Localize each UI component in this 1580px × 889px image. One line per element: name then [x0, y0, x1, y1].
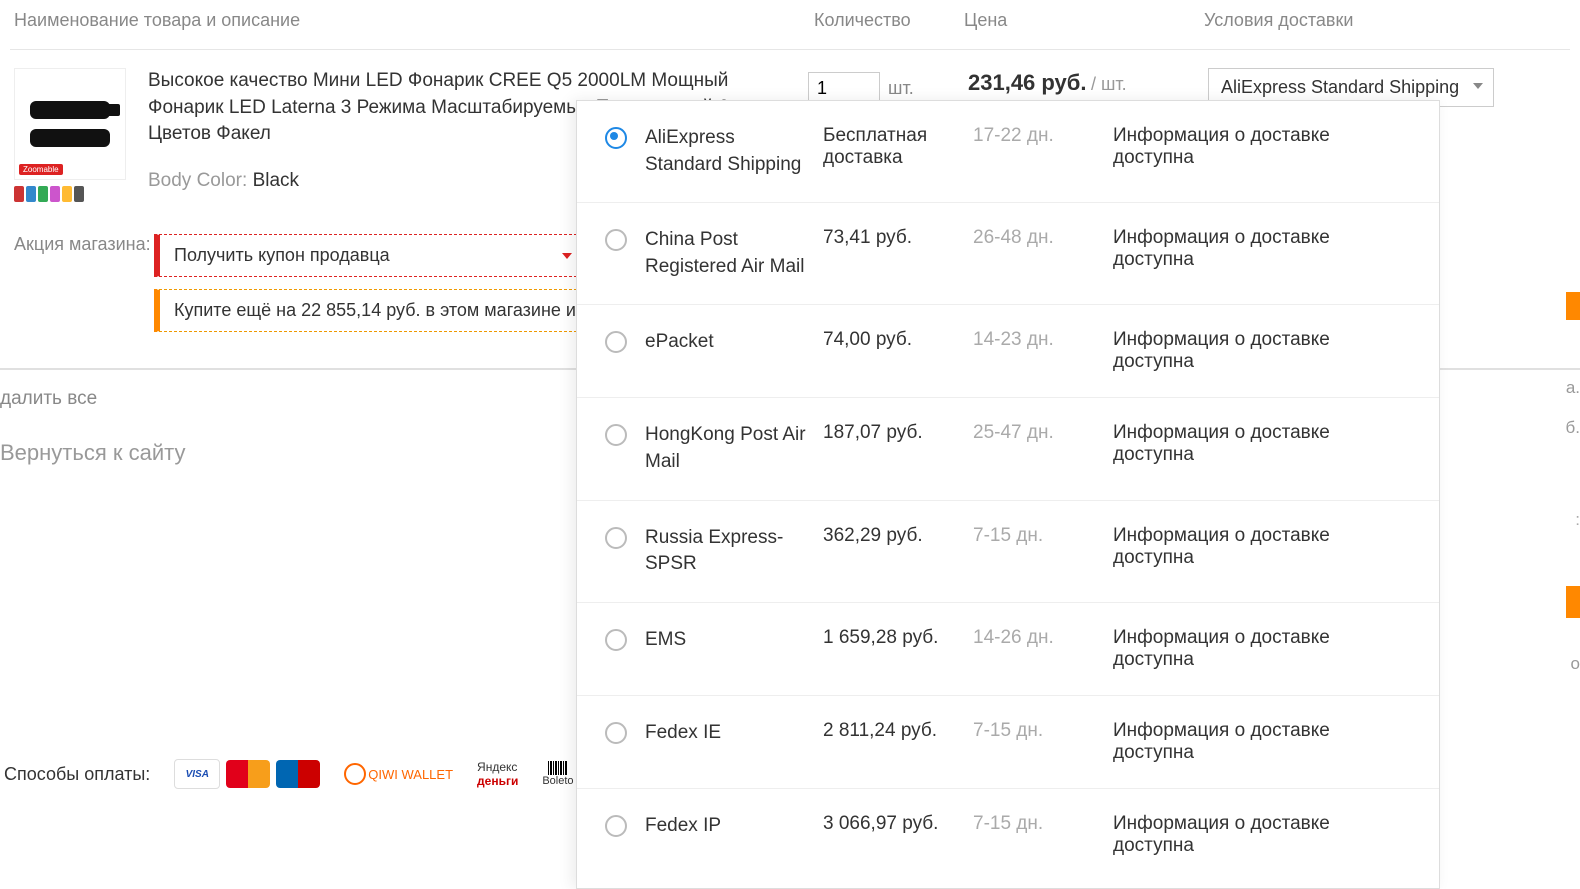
- shipping-option[interactable]: AliExpress Standard ShippingБесплатная д…: [577, 101, 1439, 203]
- shipping-options-dropdown: AliExpress Standard ShippingБесплатная д…: [576, 100, 1440, 889]
- option-days: 7-15 дн.: [973, 813, 1113, 835]
- option-price: 74,00 руб.: [823, 329, 973, 351]
- option-info: Информация о доставке доступна: [1113, 627, 1411, 671]
- chevron-down-icon: [1473, 83, 1483, 89]
- shipping-option[interactable]: EMS1 659,28 руб.14-26 дн.Информация о до…: [577, 603, 1439, 696]
- color-swatches: [14, 186, 134, 202]
- option-price: 2 811,24 руб.: [823, 720, 973, 742]
- quantity-unit: шт.: [888, 72, 914, 99]
- edge-accent: [1566, 292, 1580, 320]
- option-info: Информация о доставке доступна: [1113, 227, 1411, 271]
- option-days: 26-48 дн.: [973, 227, 1113, 249]
- option-name: Fedex IP: [645, 813, 823, 840]
- option-name: HongKong Post Air Mail: [645, 422, 823, 475]
- chevron-down-icon: [562, 253, 572, 259]
- option-price: Бесплатная доставка: [823, 125, 973, 169]
- edge-text: б.: [1566, 418, 1580, 438]
- option-price: 1 659,28 руб.: [823, 627, 973, 649]
- visa-icon: VISA: [174, 759, 220, 789]
- price-per: / шт.: [1091, 74, 1127, 94]
- option-info: Информация о доставке доступна: [1113, 329, 1411, 373]
- edge-accent: [1566, 586, 1580, 618]
- radio-icon[interactable]: [605, 629, 627, 651]
- edge-text: а.: [1566, 378, 1580, 398]
- shipping-option[interactable]: ePacket74,00 руб.14-23 дн.Информация о д…: [577, 305, 1439, 398]
- get-coupon-button[interactable]: Получить купон продавца: [154, 234, 587, 277]
- option-name: China Post Registered Air Mail: [645, 227, 823, 280]
- option-name: Fedex IE: [645, 720, 823, 747]
- option-info: Информация о доставке доступна: [1113, 813, 1411, 857]
- option-price: 362,29 руб.: [823, 525, 973, 547]
- promo-label: Акция магазина:: [14, 234, 154, 255]
- option-days: 7-15 дн.: [973, 720, 1113, 742]
- option-info: Информация о доставке доступна: [1113, 125, 1411, 169]
- mastercard-icon: [226, 760, 270, 788]
- option-name: AliExpress Standard Shipping: [645, 125, 823, 178]
- radio-icon[interactable]: [605, 331, 627, 353]
- option-name: ePacket: [645, 329, 823, 356]
- option-days: 14-26 дн.: [973, 627, 1113, 649]
- radio-icon[interactable]: [605, 815, 627, 837]
- payment-label: Способы оплаты:: [4, 764, 150, 785]
- option-info: Информация о доставке доступна: [1113, 422, 1411, 466]
- radio-icon[interactable]: [605, 722, 627, 744]
- option-price: 73,41 руб.: [823, 227, 973, 249]
- product-thumbnail[interactable]: Zoomable: [14, 68, 134, 202]
- yandex-money-icon: Яндексденьги: [477, 760, 518, 788]
- attr-value: Black: [253, 170, 299, 191]
- price-main: 231,46 руб.: [968, 70, 1087, 95]
- shipping-option[interactable]: China Post Registered Air Mail73,41 руб.…: [577, 203, 1439, 305]
- option-name: EMS: [645, 627, 823, 654]
- boleto-icon: Boleto: [542, 761, 573, 787]
- radio-icon[interactable]: [605, 527, 627, 549]
- radio-icon[interactable]: [605, 424, 627, 446]
- option-days: 14-23 дн.: [973, 329, 1113, 351]
- maestro-icon: [276, 760, 320, 788]
- option-price: 187,07 руб.: [823, 422, 973, 444]
- option-info: Информация о доставке доступна: [1113, 525, 1411, 569]
- option-info: Информация о доставке доступна: [1113, 720, 1411, 764]
- header-shipping: Условия доставки: [1204, 10, 1566, 31]
- payment-methods: Способы оплаты: VISA QIWI WALLET Яндексд…: [4, 759, 574, 789]
- radio-icon[interactable]: [605, 229, 627, 251]
- shipping-option[interactable]: Russia Express-SPSR362,29 руб.7-15 дн.Ин…: [577, 501, 1439, 603]
- header-price: Цена: [964, 10, 1204, 31]
- qiwi-icon: QIWI WALLET: [344, 763, 453, 785]
- column-headers: Наименование товара и описание Количеств…: [0, 0, 1580, 49]
- shipping-option[interactable]: Fedex IP3 066,97 руб.7-15 дн.Информация …: [577, 789, 1439, 881]
- option-days: 7-15 дн.: [973, 525, 1113, 547]
- radio-icon[interactable]: [605, 127, 627, 149]
- coupon-label: Получить купон продавца: [174, 245, 390, 265]
- option-days: 17-22 дн.: [973, 125, 1113, 147]
- header-name: Наименование товара и описание: [14, 10, 814, 31]
- zoom-tag: Zoomable: [19, 164, 63, 175]
- edge-text: :: [1575, 510, 1580, 530]
- shipping-selected-label: AliExpress Standard Shipping: [1221, 77, 1459, 97]
- header-qty: Количество: [814, 10, 964, 31]
- buy-more-banner[interactable]: Купите ещё на 22 855,14 руб. в этом мага…: [154, 289, 587, 332]
- option-price: 3 066,97 руб.: [823, 813, 973, 835]
- shipping-option[interactable]: HongKong Post Air Mail187,07 руб.25-47 д…: [577, 398, 1439, 500]
- option-name: Russia Express-SPSR: [645, 525, 823, 578]
- shipping-option[interactable]: Fedex IE2 811,24 руб.7-15 дн.Информация …: [577, 696, 1439, 789]
- option-days: 25-47 дн.: [973, 422, 1113, 444]
- edge-text: о: [1571, 654, 1580, 674]
- attr-label: Body Color:: [148, 170, 247, 191]
